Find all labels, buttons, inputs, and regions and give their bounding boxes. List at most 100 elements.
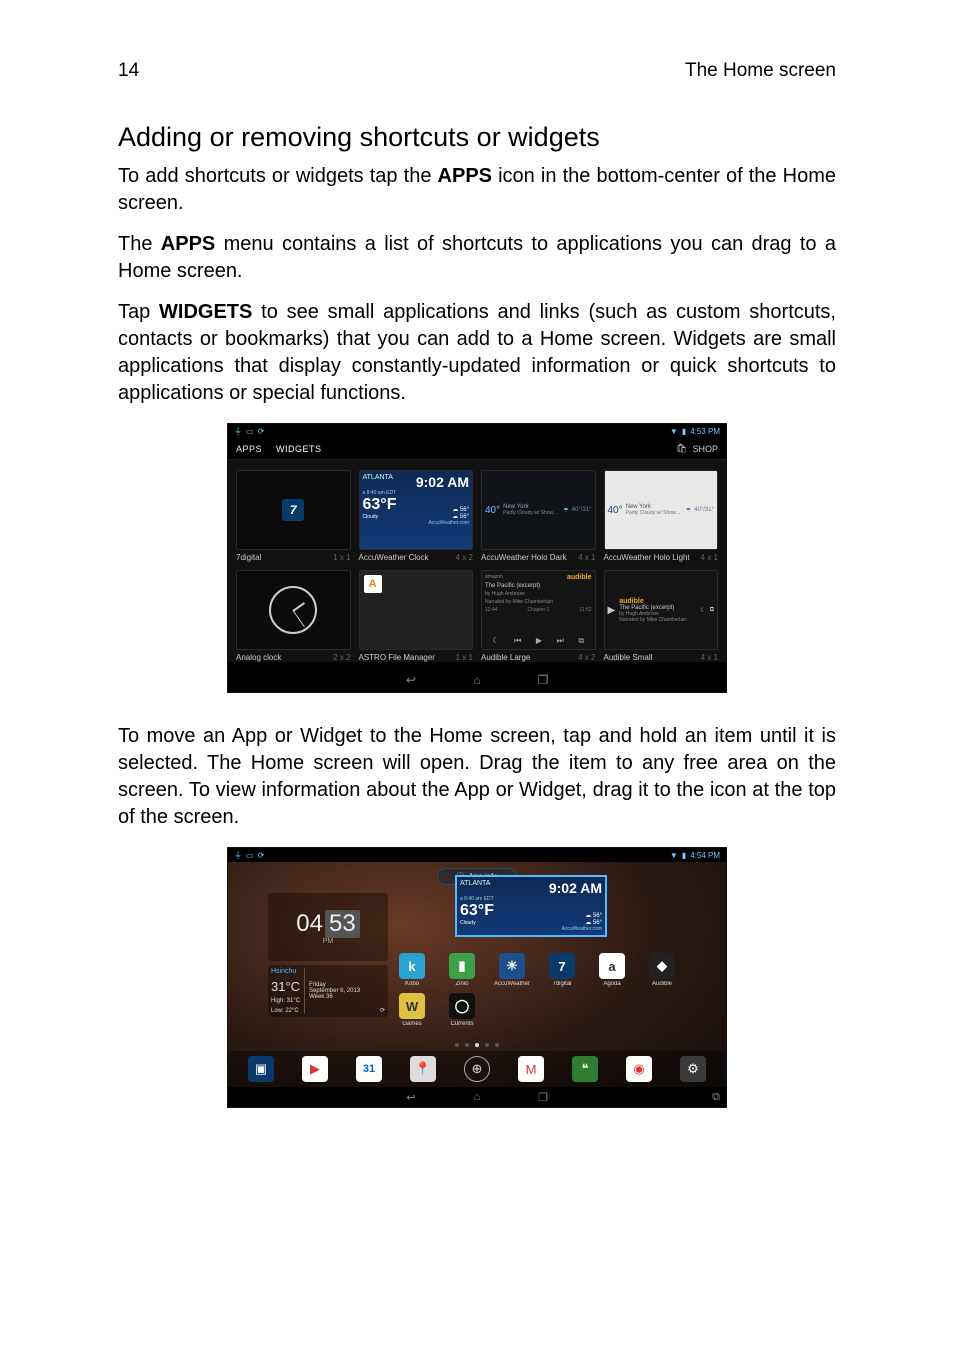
status-time: 4:54 PM: [690, 851, 720, 860]
umbrella-icon: ☂: [563, 507, 568, 514]
page-indicator: [228, 1039, 726, 1051]
widget-analog-clock[interactable]: Analog clock2 x 2: [236, 570, 351, 662]
cloud-icon: ☁ 56°: [452, 513, 469, 520]
page-number: 14: [118, 60, 139, 82]
app-label: 7digital: [552, 981, 571, 987]
app-icon: ◯: [449, 993, 475, 1019]
app-icon: k: [399, 953, 425, 979]
prev-icon[interactable]: ⏮: [514, 636, 521, 646]
astro-icon: A: [364, 575, 382, 593]
app-label: Zinio: [455, 981, 468, 987]
screenshot-widgets-menu: ⏚ ▭ ⟳ ▼ ▮ 4:53 PM APPS WIDGETS 🛍 SHOP: [227, 423, 727, 693]
home-icon-audible[interactable]: ◆ Audible: [644, 953, 680, 987]
home-icon[interactable]: ⌂: [469, 1091, 485, 1103]
wifi-signal-icon: ▼: [670, 851, 678, 860]
back-icon[interactable]: ↩: [403, 1091, 419, 1104]
dock-gmail[interactable]: M: [518, 1056, 544, 1082]
play-icon[interactable]: ▶: [608, 605, 616, 616]
battery-icon: ▮: [682, 851, 686, 860]
wifi-icon: ⏚: [234, 850, 242, 861]
seven-digital-icon: 7: [282, 499, 304, 521]
bookmark-icon[interactable]: ⧉: [578, 636, 584, 646]
dock-chrome[interactable]: ◉: [626, 1056, 652, 1082]
widget-accuweather-holo-dark[interactable]: 40° New York Partly Cloudy w/ Show… ☂ 40…: [481, 470, 596, 562]
app-label: Currents: [450, 1021, 473, 1027]
app-icon: W: [399, 993, 425, 1019]
cloud-icon: ☁ 56°: [452, 506, 469, 513]
para-1: To add shortcuts or widgets tap the APPS…: [118, 163, 836, 217]
home-icon-kobo[interactable]: k Kobo: [394, 953, 430, 987]
sleep-icon[interactable]: ☾: [700, 607, 705, 614]
widget-audible-large[interactable]: amazonaudible The Pacific (excerpt) by H…: [481, 570, 596, 662]
dock-maps[interactable]: 📍: [410, 1056, 436, 1082]
dock-calendar[interactable]: 31: [356, 1056, 382, 1082]
app-icon: ◆: [649, 953, 675, 979]
home-icon-accuweather[interactable]: ☀ AccuWeather: [494, 953, 530, 987]
dock-apps[interactable]: ⊕: [464, 1056, 490, 1082]
recents-icon[interactable]: ❐: [535, 1091, 551, 1104]
home-icon-agoda[interactable]: a Agoda: [594, 953, 630, 987]
picture-icon: ▭: [246, 427, 254, 436]
dock-settings[interactable]: ⚙: [680, 1056, 706, 1082]
para-3: Tap WIDGETS to see small applications an…: [118, 299, 836, 407]
status-bar: ⏚ ▭ ⟳ ▼ ▮ 4:54 PM: [228, 848, 726, 862]
back-icon[interactable]: ↩: [403, 673, 419, 687]
shop-bag-icon: 🛍: [676, 443, 687, 454]
sync-icon: ⟳: [258, 851, 265, 860]
app-label: Agoda: [603, 981, 620, 987]
cloud-icon: ☁ 56°: [585, 919, 602, 926]
tab-widgets[interactable]: WIDGETS: [276, 444, 322, 454]
dragged-widget-accuweather[interactable]: ATLANTA 9:02 AM a 8:40 am EDT 63°F Cloud…: [456, 876, 606, 936]
app-icon: ▮: [449, 953, 475, 979]
running-title: The Home screen: [685, 60, 836, 82]
tab-apps[interactable]: APPS: [236, 444, 262, 454]
dock-hangouts[interactable]: ❝: [572, 1056, 598, 1082]
section-title: Adding or removing shortcuts or widgets: [118, 122, 836, 153]
app-label: Games: [402, 1021, 421, 1027]
cloud-icon: ☁ 56°: [585, 912, 602, 919]
shop-button[interactable]: 🛍 SHOP: [676, 443, 718, 454]
sleep-icon[interactable]: ☾: [492, 636, 499, 646]
recents-icon[interactable]: ❐: [535, 673, 551, 687]
para-4: To move an App or Widget to the Home scr…: [118, 723, 836, 831]
screenshot-home-drag: ⏚ ▭ ⟳ ▼ ▮ 4:54 PM ⓘ App info ATLANTA 9:0…: [227, 847, 727, 1108]
status-time: 4:53 PM: [690, 427, 720, 436]
play-icon[interactable]: ▶: [536, 636, 542, 646]
home-icon-zinio[interactable]: ▮ Zinio: [444, 953, 480, 987]
home-weather-widget[interactable]: Hsinchu 31°C High: 31°C Low: 22°C Friday…: [268, 965, 388, 1017]
widget-astro-file-manager[interactable]: A ASTRO File Manager1 x 1: [359, 570, 474, 662]
next-icon[interactable]: ⏭: [557, 636, 564, 646]
bookmark-icon[interactable]: ⧉: [710, 607, 714, 614]
wifi-signal-icon: ▼: [670, 427, 678, 436]
dock-dolby[interactable]: ▣: [248, 1056, 274, 1082]
dock-play[interactable]: ▶: [302, 1056, 328, 1082]
home-icon-games[interactable]: W Games: [394, 993, 430, 1027]
widget-7digital[interactable]: 7 7digital1 x 1: [236, 470, 351, 562]
app-icon: 7: [549, 953, 575, 979]
home-clock-widget[interactable]: 04 53 PM: [268, 893, 388, 961]
app-label: Kobo: [405, 981, 419, 987]
sync-icon: ⟳: [258, 427, 265, 436]
widget-accuweather-clock[interactable]: ATLANTA 9:02 AM a 8:40 am EDT 63°F Cloud…: [359, 470, 474, 562]
app-label: AccuWeather: [494, 981, 530, 987]
refresh-icon[interactable]: ⟳: [380, 1007, 385, 1014]
app-icon: ☀: [499, 953, 525, 979]
app-widget-tabbar: APPS WIDGETS 🛍 SHOP: [228, 438, 726, 460]
home-icon-7digital[interactable]: 7 7digital: [544, 953, 580, 987]
para-2: The APPS menu contains a list of shortcu…: [118, 231, 836, 285]
home-icon[interactable]: ⌂: [469, 673, 485, 687]
system-nav-bar: ↩ ⌂ ❐ ⧉: [228, 1087, 726, 1107]
app-label: Audible: [652, 981, 672, 987]
wifi-icon: ⏚: [234, 426, 242, 437]
home-icon-currents[interactable]: ◯ Currents: [444, 993, 480, 1027]
battery-icon: ▮: [682, 427, 686, 436]
app-icon: a: [599, 953, 625, 979]
widget-accuweather-holo-light[interactable]: 40° New York Partly Cloudy w/ Show… ☂ 40…: [604, 470, 719, 562]
analog-clock-icon: [269, 586, 317, 634]
screenshot-icon[interactable]: ⧉: [712, 1091, 720, 1104]
status-bar: ⏚ ▭ ⟳ ▼ ▮ 4:53 PM: [228, 424, 726, 438]
system-nav-bar: ↩ ⌂ ❐: [228, 668, 726, 692]
picture-icon: ▭: [246, 851, 254, 860]
widget-audible-small[interactable]: ▶ audible The Pacific (excerpt) by Hugh …: [604, 570, 719, 662]
dock: ▣ ▶ 31 📍 ⊕ M ❝ ◉ ⚙: [228, 1051, 726, 1087]
